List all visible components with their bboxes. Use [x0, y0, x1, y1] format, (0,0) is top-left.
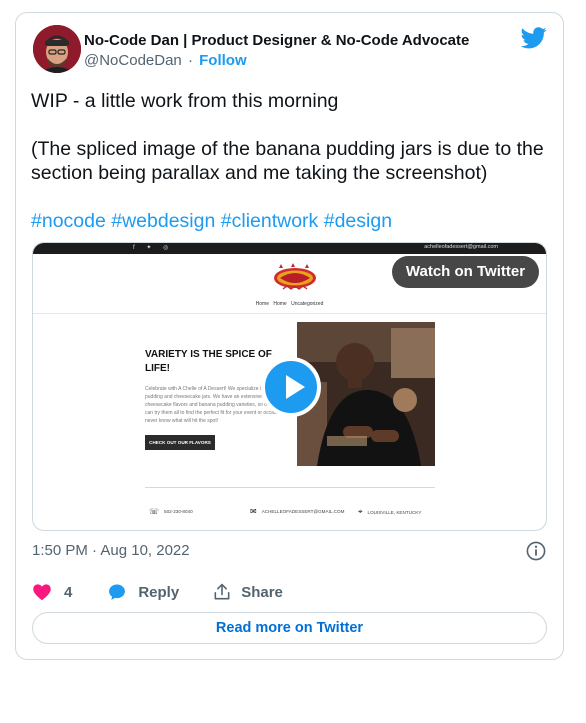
share-button[interactable]: Share — [212, 582, 283, 602]
separator-dot: · — [187, 52, 193, 69]
hashtags: #nocode #webdesign #clientwork #design — [31, 209, 551, 233]
tweet-timestamp[interactable]: 1:50 PM · Aug 10, 2022 — [32, 542, 190, 559]
tweet-line-1: WIP - a little work from this morning — [31, 90, 339, 112]
heart-icon — [33, 584, 51, 600]
video-media[interactable]: f ✦ ◎ achelleofadessert@gmail.com Home H… — [32, 242, 547, 531]
like-count: 4 — [64, 583, 73, 601]
twitter-bird-icon[interactable] — [521, 27, 547, 49]
site-contact-phone: ☏ 502-230-8040 — [149, 507, 193, 516]
site-contact-email: ✉ ACHELLEOFADESSERT@GMAIL.COM — [250, 507, 344, 516]
author-name[interactable]: No-Code Dan | Product Designer & No-Code… — [84, 32, 469, 49]
site-nav: Home Home Uncategorized — [33, 301, 546, 307]
site-nav-home: Home — [255, 301, 269, 307]
site-logo — [274, 263, 316, 290]
reply-button[interactable]: Reply — [107, 582, 179, 602]
site-topbar: f ✦ ◎ achelleofadessert@gmail.com — [33, 243, 546, 254]
play-button-icon[interactable] — [261, 357, 321, 417]
hashtag-design[interactable]: #design — [324, 210, 392, 232]
hashtag-nocode[interactable]: #nocode — [31, 210, 106, 232]
share-label: Share — [241, 583, 283, 601]
site-cta-button: CHECK OUT OUR FLAVORS — [145, 435, 215, 450]
site-nav-uncategorized: Uncategorized — [291, 301, 324, 307]
hashtag-webdesign[interactable]: #webdesign — [111, 210, 215, 232]
site-hero-title: VARIETY IS THE SPICE OF LIFE! — [145, 349, 272, 374]
tweet-text: WIP - a little work from this morning (T… — [31, 89, 551, 233]
like-button[interactable]: 4 — [32, 582, 72, 602]
site-divider — [33, 313, 546, 314]
site-topbar-email: achelleofadessert@gmail.com — [424, 244, 498, 250]
mail-icon: ✉ — [250, 507, 257, 516]
info-icon[interactable] — [526, 541, 546, 561]
site-contact-phone-text: 502-230-8040 — [164, 509, 193, 514]
site-footer-divider — [145, 487, 435, 488]
phone-icon: ☏ — [149, 507, 160, 516]
site-nav-home-2: Home — [273, 301, 287, 307]
reply-bubble-icon — [109, 584, 126, 600]
reply-label: Reply — [138, 583, 180, 601]
author-meta: @NoCodeDan · Follow — [84, 52, 247, 69]
tweet-actions: 4 Reply Share — [32, 581, 283, 603]
watch-on-twitter-button[interactable]: Watch on Twitter — [392, 256, 539, 288]
share-icon — [214, 583, 230, 600]
read-more-button[interactable]: Read more on Twitter — [32, 612, 547, 644]
site-social-icons: f ✦ ◎ — [133, 245, 174, 251]
site-contact-email-text: ACHELLEOFADESSERT@GMAIL.COM — [261, 509, 345, 514]
tweet-line-2: (The spliced image of the banana pudding… — [31, 138, 544, 184]
tweet-card: No-Code Dan | Product Designer & No-Code… — [15, 12, 564, 660]
hashtag-clientwork[interactable]: #clientwork — [221, 210, 319, 232]
avatar[interactable] — [33, 25, 81, 73]
follow-link[interactable]: Follow — [199, 52, 247, 69]
location-pin-icon: ⌖ — [358, 507, 363, 516]
site-contact-location: ⌖ LOUISVILLE, KENTUCKY — [358, 507, 421, 517]
site-contact-location-text: LOUISVILLE, KENTUCKY — [367, 509, 422, 515]
author-handle[interactable]: @NoCodeDan — [84, 52, 182, 69]
